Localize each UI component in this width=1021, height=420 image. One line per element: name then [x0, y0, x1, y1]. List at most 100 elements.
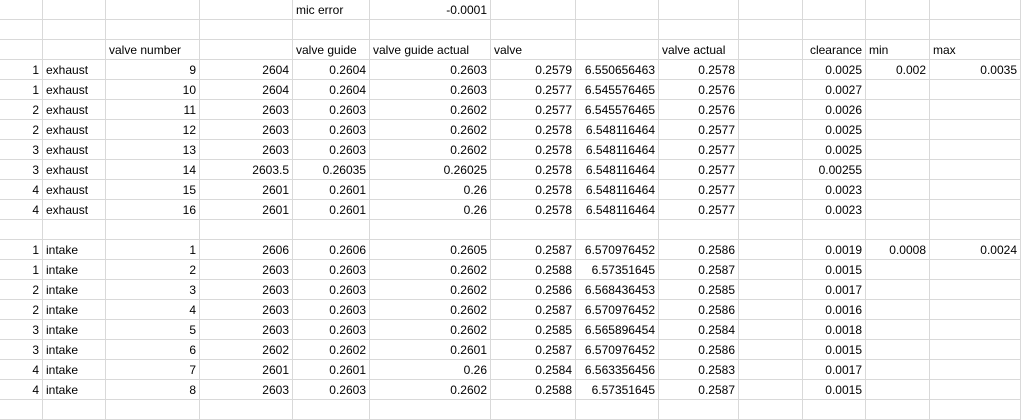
cell-clearance[interactable]: 0.0023 [803, 200, 866, 220]
cell-raw-guide[interactable]: 2603 [200, 140, 293, 160]
cell-guide-actual[interactable]: 0.26 [370, 200, 491, 220]
cell-blank[interactable] [739, 280, 803, 300]
cell-valve[interactable]: 0.2588 [491, 380, 576, 400]
cell-guide[interactable]: 0.2603 [293, 120, 370, 140]
cell-valve-actual[interactable]: 0.2583 [659, 360, 739, 380]
cell-blank[interactable] [739, 80, 803, 100]
cell[interactable] [803, 20, 866, 40]
cell-clearance[interactable]: 0.0017 [803, 280, 866, 300]
cell-guide[interactable]: 0.2604 [293, 80, 370, 100]
cell-min[interactable] [866, 180, 930, 200]
cell-max[interactable]: 0.0024 [930, 240, 1021, 260]
cell-clearance[interactable]: 0.0015 [803, 260, 866, 280]
cell-type[interactable]: intake [43, 380, 106, 400]
cell[interactable] [930, 400, 1021, 420]
cell-guide[interactable]: 0.2603 [293, 300, 370, 320]
cell-guide[interactable]: 0.2606 [293, 240, 370, 260]
cell[interactable] [491, 220, 576, 240]
cell-num[interactable]: 10 [106, 80, 200, 100]
cell-valve-actual[interactable]: 0.2585 [659, 280, 739, 300]
cell[interactable] [866, 0, 930, 20]
cell-min[interactable] [866, 300, 930, 320]
header-max[interactable]: max [930, 40, 1021, 60]
cell-max[interactable]: 0.0035 [930, 60, 1021, 80]
cell-blank[interactable] [739, 360, 803, 380]
cell[interactable] [106, 0, 200, 20]
cell[interactable] [106, 220, 200, 240]
cell-mm[interactable]: 6.548116464 [576, 180, 659, 200]
cell[interactable] [293, 20, 370, 40]
cell-valve[interactable]: 0.2587 [491, 340, 576, 360]
cell-type[interactable]: exhaust [43, 140, 106, 160]
cell[interactable] [739, 400, 803, 420]
cell[interactable] [0, 0, 43, 20]
cell-min[interactable] [866, 380, 930, 400]
cell-raw-guide[interactable]: 2603 [200, 320, 293, 340]
cell[interactable] [370, 220, 491, 240]
cell-valve-actual[interactable]: 0.2577 [659, 180, 739, 200]
header-valve[interactable]: valve [491, 40, 576, 60]
cell-guide-actual[interactable]: 0.2602 [370, 300, 491, 320]
cell[interactable] [659, 20, 739, 40]
cell-valve-actual[interactable]: 0.2577 [659, 200, 739, 220]
cell[interactable] [930, 20, 1021, 40]
cell[interactable] [200, 20, 293, 40]
cell-min[interactable] [866, 160, 930, 180]
cell-guide[interactable]: 0.2603 [293, 320, 370, 340]
cell[interactable] [866, 20, 930, 40]
cell[interactable] [803, 0, 866, 20]
cell[interactable] [491, 0, 576, 20]
header-valve-guide-actual[interactable]: valve guide actual [370, 40, 491, 60]
cell-cyl[interactable]: 2 [0, 300, 43, 320]
cell-valve-actual[interactable]: 0.2576 [659, 80, 739, 100]
cell-valve[interactable]: 0.2586 [491, 280, 576, 300]
cell-raw-guide[interactable]: 2603 [200, 380, 293, 400]
cell-blank[interactable] [739, 260, 803, 280]
cell[interactable] [0, 400, 43, 420]
cell-cyl[interactable]: 1 [0, 80, 43, 100]
cell-guide-actual[interactable]: 0.26 [370, 180, 491, 200]
cell-valve-actual[interactable]: 0.2586 [659, 240, 739, 260]
cell-cyl[interactable]: 3 [0, 340, 43, 360]
cell[interactable] [803, 220, 866, 240]
cell-blank[interactable] [739, 380, 803, 400]
cell-valve[interactable]: 0.2578 [491, 120, 576, 140]
cell-min[interactable] [866, 320, 930, 340]
cell[interactable] [200, 0, 293, 20]
cell[interactable] [293, 220, 370, 240]
cell-clearance[interactable]: 0.0015 [803, 340, 866, 360]
cell[interactable] [43, 20, 106, 40]
cell-raw-guide[interactable]: 2603 [200, 100, 293, 120]
cell-type[interactable]: exhaust [43, 80, 106, 100]
cell-valve[interactable]: 0.2578 [491, 200, 576, 220]
cell-mm[interactable]: 6.545576465 [576, 100, 659, 120]
cell-max[interactable] [930, 160, 1021, 180]
cell-num[interactable]: 1 [106, 240, 200, 260]
cell-num[interactable]: 13 [106, 140, 200, 160]
cell-num[interactable]: 6 [106, 340, 200, 360]
cell[interactable] [739, 220, 803, 240]
cell-valve-actual[interactable]: 0.2586 [659, 340, 739, 360]
cell-num[interactable]: 11 [106, 100, 200, 120]
cell-mm[interactable]: 6.57351645 [576, 380, 659, 400]
cell-cyl[interactable]: 3 [0, 320, 43, 340]
cell-num[interactable]: 5 [106, 320, 200, 340]
header-valve-actual[interactable]: valve actual [659, 40, 739, 60]
cell-clearance[interactable]: 0.0016 [803, 300, 866, 320]
cell-cyl[interactable]: 4 [0, 180, 43, 200]
cell[interactable] [491, 20, 576, 40]
cell-clearance[interactable]: 0.00255 [803, 160, 866, 180]
cell-guide-actual[interactable]: 0.2602 [370, 320, 491, 340]
cell-valve[interactable]: 0.2578 [491, 140, 576, 160]
cell-mm[interactable]: 6.548116464 [576, 160, 659, 180]
cell-num[interactable]: 15 [106, 180, 200, 200]
cell-max[interactable] [930, 380, 1021, 400]
cell-guide-actual[interactable]: 0.2602 [370, 140, 491, 160]
cell-type[interactable]: exhaust [43, 100, 106, 120]
cell-max[interactable] [930, 280, 1021, 300]
cell-max[interactable] [930, 140, 1021, 160]
cell-type[interactable]: exhaust [43, 160, 106, 180]
cell-max[interactable] [930, 300, 1021, 320]
cell-blank[interactable] [739, 320, 803, 340]
cell-valve[interactable]: 0.2587 [491, 240, 576, 260]
